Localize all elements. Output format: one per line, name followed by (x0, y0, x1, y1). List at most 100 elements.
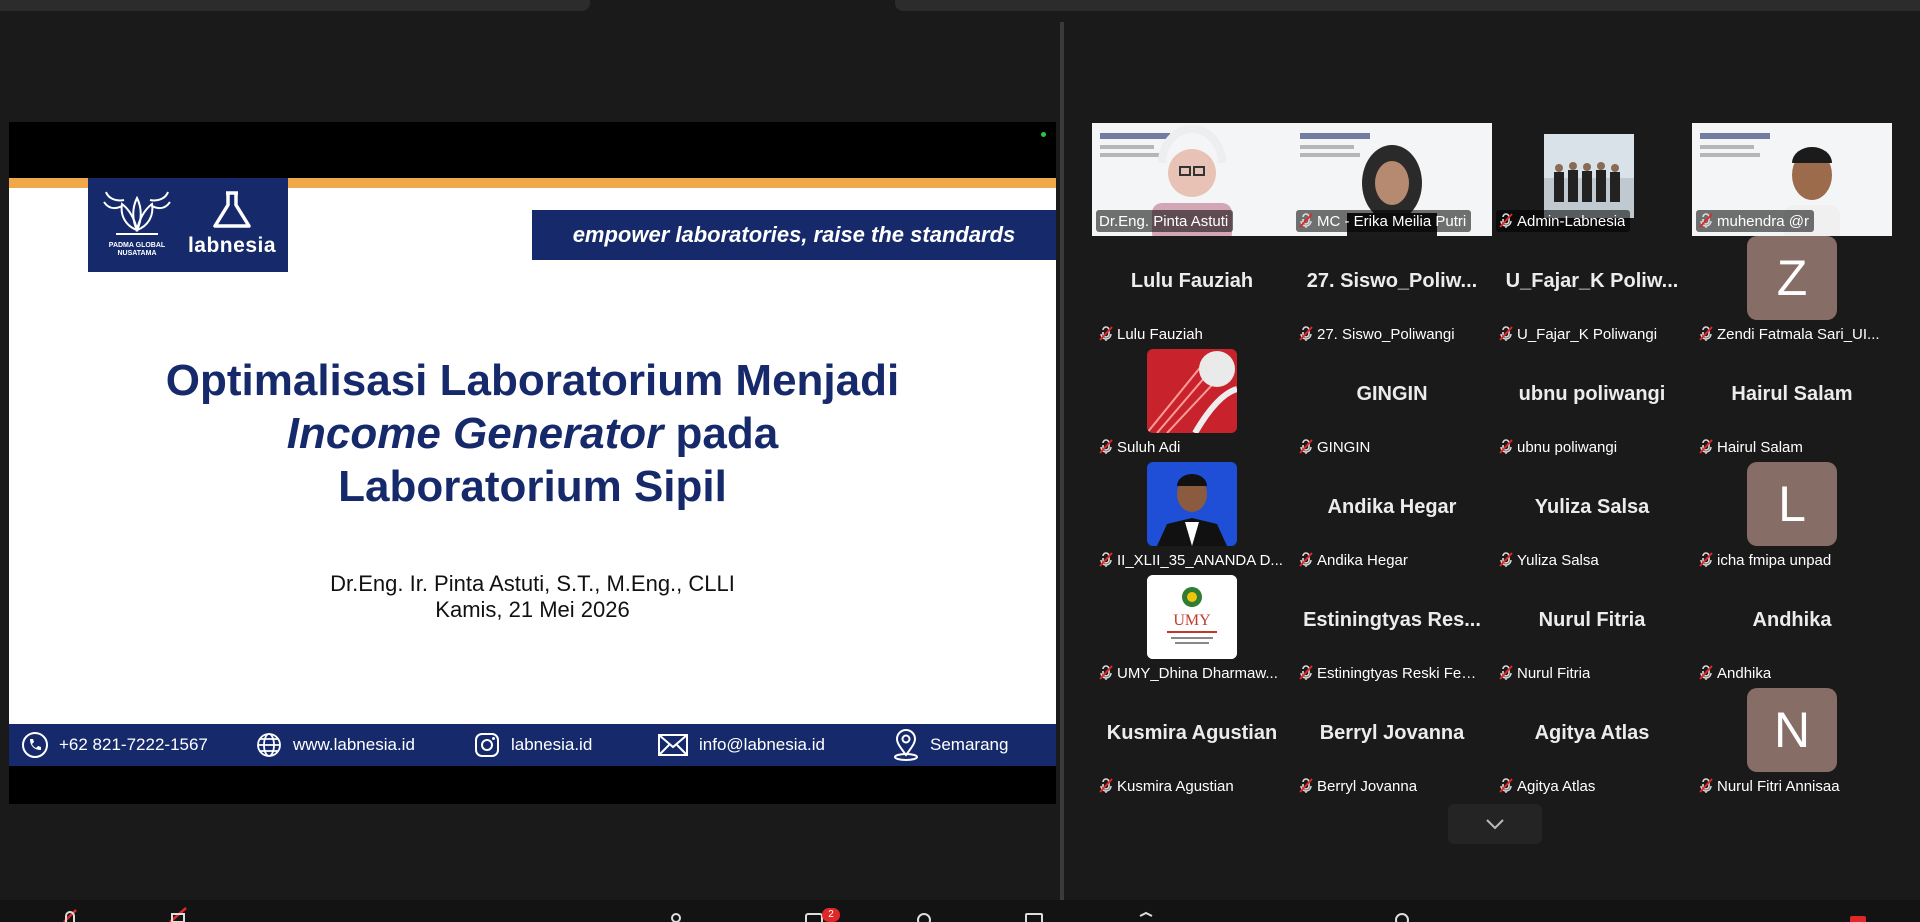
shield-icon[interactable] (1134, 906, 1158, 922)
participant-tile[interactable]: Suluh Adi (1092, 349, 1292, 462)
participant-name-tag: Admin-Labnesia (1496, 210, 1631, 232)
participant-display-name: 27. Siswo_Poliw... (1306, 270, 1478, 292)
participant-display-name: Berryl Jovanna (1319, 722, 1465, 744)
participant-tile[interactable]: Andhika Andhika (1692, 575, 1892, 688)
participant-name-tag: Suluh Adi (1096, 436, 1185, 458)
react-icon[interactable] (912, 906, 936, 922)
participant-name: Lulu Fauziah (1117, 325, 1203, 343)
leave-button-icon[interactable] (1846, 906, 1870, 922)
participant-name: Nurul Fitria (1517, 664, 1591, 682)
participant-name-tag: muhendra @r (1696, 210, 1814, 232)
footer-email: info@labnesia.id (657, 724, 825, 766)
participant-name-tag: II_XLII_35_ANANDA D... (1096, 549, 1288, 571)
participant-display-name: ubnu poliwangi (1518, 383, 1666, 405)
muted-mic-icon (1699, 439, 1713, 454)
participant-display-name: Nurul Fitria (1538, 609, 1646, 631)
participant-avatar-initial: N (1747, 688, 1837, 772)
participant-tile[interactable]: UMY UMY_Dhina Dharmaw... (1092, 575, 1292, 688)
participant-display-name: Andika Hegar (1327, 496, 1457, 518)
padma-brand-text: PADMA GLOBAL NUSATAMA (108, 242, 166, 257)
participant-tile[interactable]: Lulu Fauziah Lulu Fauziah (1092, 236, 1292, 349)
participant-tile[interactable]: U_Fajar_K Poliw... U_Fajar_K Poliwangi (1492, 236, 1692, 349)
participant-name-tag: Dr.Eng. Pinta Astuti (1096, 210, 1234, 232)
shared-slide: PADMA GLOBAL NUSATAMA labnesia empower l… (9, 122, 1056, 804)
muted-mic-icon (1499, 439, 1513, 454)
participant-tile[interactable]: Z Zendi Fatmala Sari_UI... (1692, 236, 1892, 349)
participant-tile[interactable]: ubnu poliwangi ubnu poliwangi (1492, 349, 1692, 462)
footer-email-text: info@labnesia.id (699, 735, 825, 754)
participant-display-name: Estiningtyas Res... (1303, 609, 1481, 631)
chat-unread-badge: 2 (822, 908, 840, 922)
participant-tile[interactable]: Yuliza Salsa Yuliza Salsa (1492, 462, 1692, 575)
participants-icon[interactable] (664, 906, 688, 922)
top-bar-right (895, 0, 1920, 11)
participant-display-name: Andhika (1752, 609, 1832, 631)
participant-tile[interactable]: N Nurul Fitri Annisaa (1692, 688, 1892, 801)
participant-tile[interactable]: Licha fmipa unpad (1692, 462, 1892, 575)
participant-avatar-initial: L (1747, 462, 1837, 546)
participant-tile[interactable]: Dr.Eng. Pinta Astuti (1092, 123, 1292, 236)
muted-mic-icon (1499, 665, 1513, 680)
labnesia-logo: labnesia (180, 186, 284, 266)
participant-tile[interactable]: Andika Hegar Andika Hegar (1292, 462, 1492, 575)
participant-tile[interactable]: Nurul Fitria Nurul Fitria (1492, 575, 1692, 688)
title-line-2-rest: pada (663, 409, 779, 458)
participant-display-name: Hairul Salam (1731, 383, 1853, 405)
participant-tile[interactable]: 27. Siswo_Poliw... 27. Siswo_Poliwangi (1292, 236, 1492, 349)
meeting-window: PADMA GLOBAL NUSATAMA labnesia empower l… (0, 0, 1920, 922)
title-italic-part: Income Generator (286, 409, 664, 458)
umy-logo-text: UMY (1173, 612, 1211, 629)
participant-tile[interactable]: GINGIN GINGIN (1292, 349, 1492, 462)
participant-tile[interactable]: Berryl Jovanna Berryl Jovanna (1292, 688, 1492, 801)
muted-mic-icon (1699, 326, 1713, 341)
muted-mic-icon (1099, 665, 1113, 680)
participant-name-tag: 27. Siswo_Poliwangi (1296, 323, 1460, 345)
participant-display-name: U_Fajar_K Poliw... (1505, 270, 1679, 292)
participant-tile[interactable]: MC - Erika Meilia Putri (1292, 123, 1492, 236)
footer-instagram-text: labnesia.id (511, 735, 593, 754)
participant-name: Suluh Adi (1117, 438, 1181, 456)
footer-phone-text: +62 821-7222-1567 (59, 735, 208, 754)
participant-tile[interactable]: Admin-Labnesia (1492, 123, 1692, 236)
muted-mic-icon (1299, 213, 1313, 228)
split-view-divider[interactable] (1060, 22, 1064, 900)
participant-name: Dr.Eng. Pinta Astuti (1099, 212, 1229, 230)
stop-video-icon[interactable] (166, 906, 190, 922)
top-bar-left (0, 0, 590, 11)
apps-icon[interactable] (1390, 906, 1414, 922)
participant-avatar-initial: Z (1747, 236, 1837, 320)
participant-display-name: Agitya Atlas (1534, 722, 1650, 744)
muted-mic-icon (1499, 552, 1513, 567)
participant-tile[interactable]: Agitya Atlas Agitya Atlas (1492, 688, 1692, 801)
padma-logo: PADMA GLOBAL NUSATAMA (98, 190, 176, 260)
participant-tile[interactable]: Estiningtyas Res... Estiningtyas Reski Fe… (1292, 575, 1492, 688)
participant-name: Andika Hegar (1317, 551, 1408, 569)
participant-name-tag: Nurul Fitria (1496, 662, 1595, 684)
muted-mic-icon (1499, 778, 1513, 793)
muted-mic-icon (1099, 778, 1113, 793)
participant-name: Nurul Fitri Annisaa (1717, 777, 1840, 795)
participant-name-tag: Andika Hegar (1296, 549, 1413, 571)
share-screen-icon[interactable] (1022, 906, 1046, 922)
muted-mic-icon (1699, 665, 1713, 680)
footer-website-text: www.labnesia.id (293, 735, 415, 754)
mute-mic-icon[interactable] (58, 906, 82, 922)
instagram-icon (475, 733, 499, 757)
footer-instagram: labnesia.id (473, 724, 592, 766)
participant-tile[interactable]: II_XLII_35_ANANDA D... (1092, 462, 1292, 575)
muted-mic-icon (1499, 326, 1513, 341)
participant-tile[interactable]: Kusmira Agustian Kusmira Agustian (1092, 688, 1292, 801)
participant-tile[interactable]: Hairul Salam Hairul Salam (1692, 349, 1892, 462)
slide-tagline: empower laboratories, raise the standard… (532, 210, 1056, 260)
gallery-scroll-down-button[interactable] (1448, 804, 1542, 844)
participant-tile[interactable]: muhendra @r (1692, 123, 1892, 236)
muted-mic-icon (1699, 778, 1713, 793)
participant-name: U_Fajar_K Poliwangi (1517, 325, 1658, 343)
participant-name: 27. Siswo_Poliwangi (1317, 325, 1455, 343)
participant-name: GINGIN (1317, 438, 1371, 456)
globe-icon (257, 733, 281, 757)
participant-name-tag: MC - Erika Meilia Putri (1296, 210, 1472, 232)
participant-name-tag: Berryl Jovanna (1296, 775, 1422, 797)
muted-mic-icon (1499, 213, 1513, 228)
muted-mic-icon (1299, 665, 1313, 680)
